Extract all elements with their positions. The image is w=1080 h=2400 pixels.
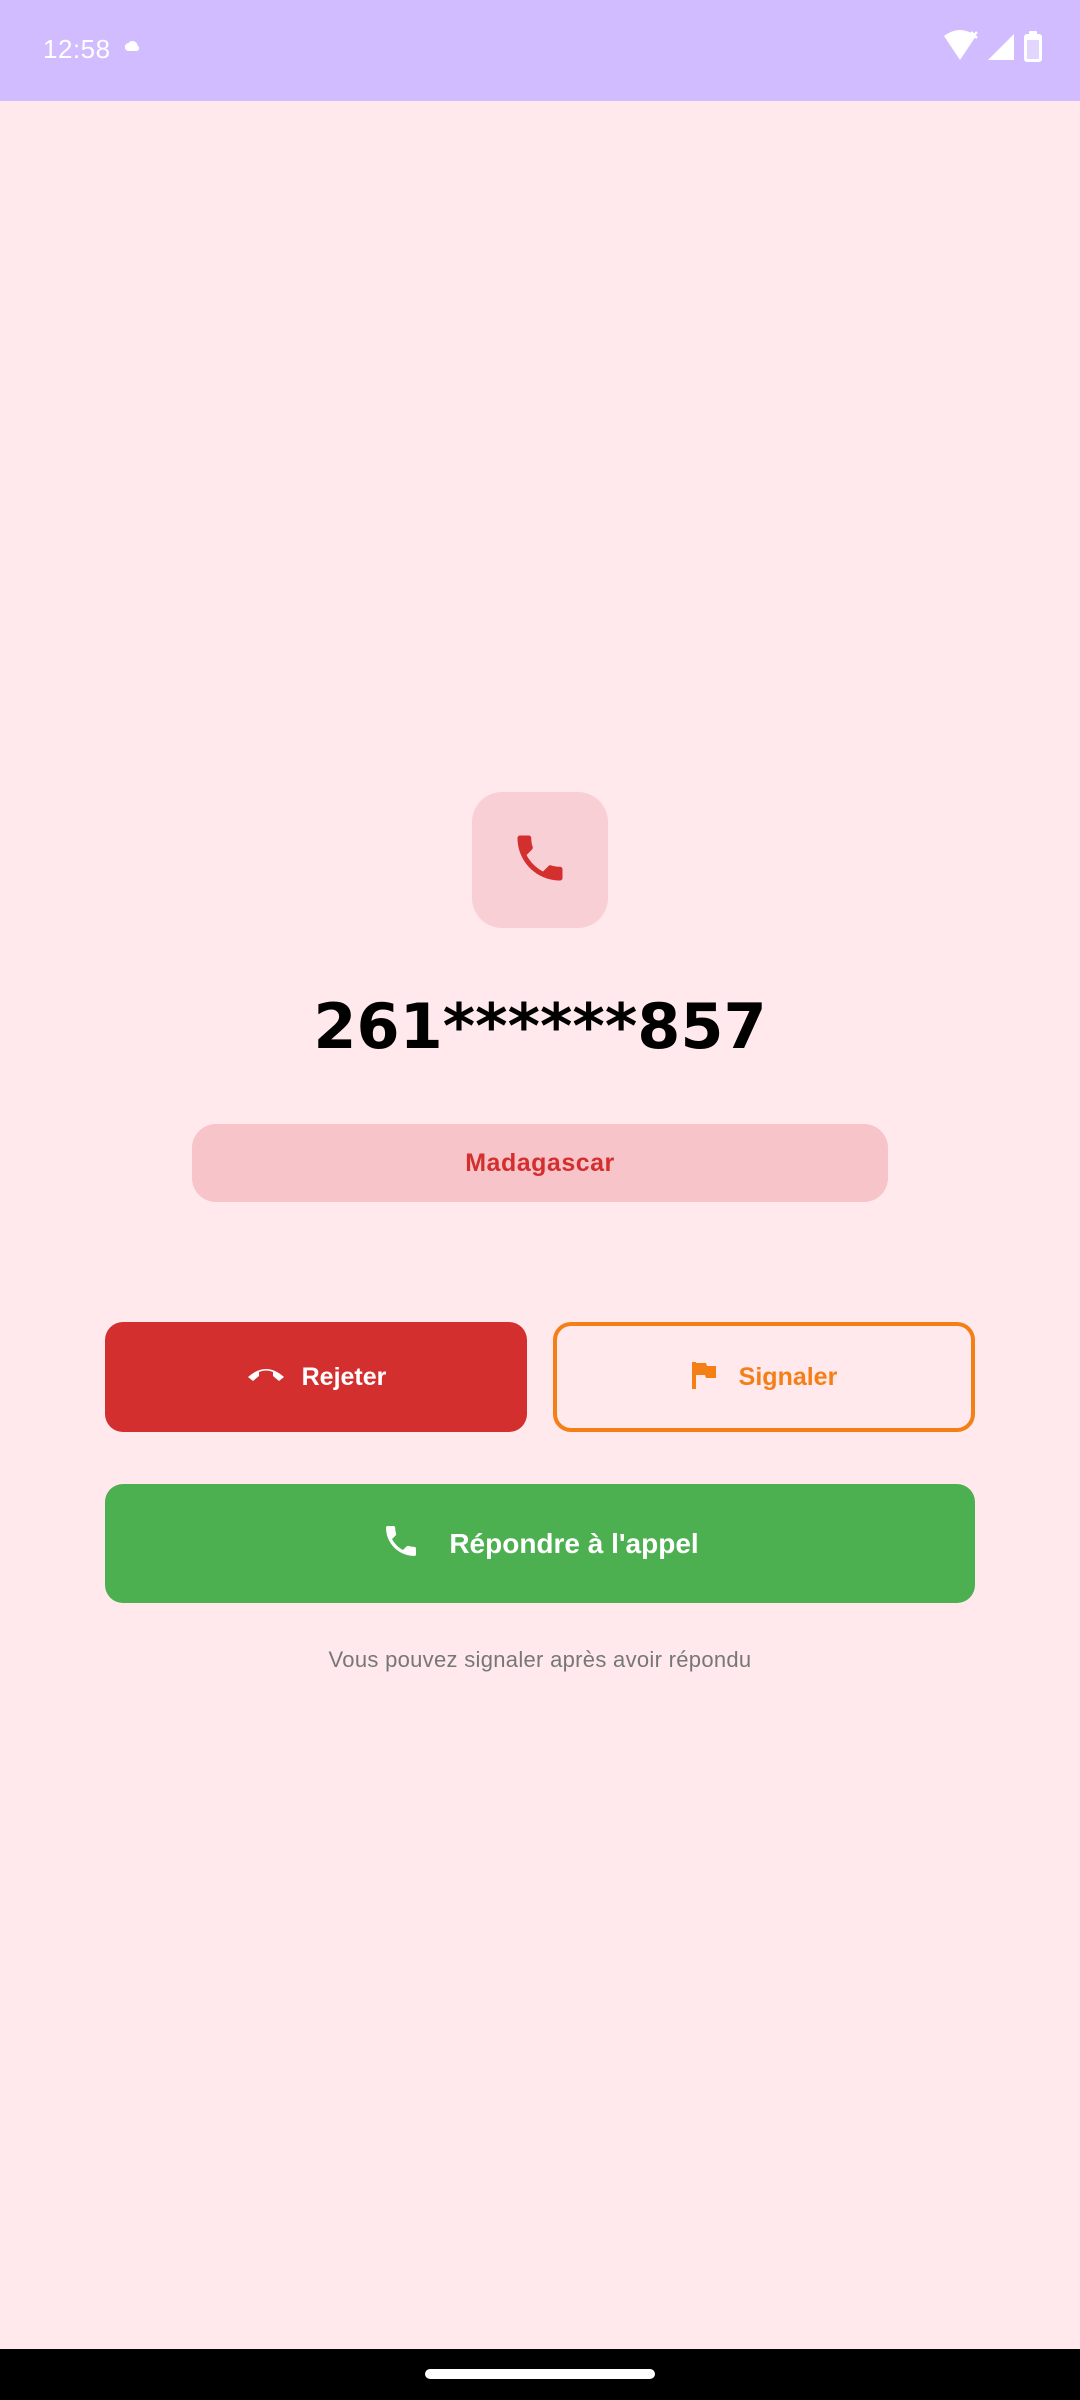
status-icons bbox=[940, 30, 1044, 69]
answer-call-button[interactable]: Répondre à l'appel bbox=[105, 1484, 975, 1603]
cloud-icon bbox=[124, 40, 140, 58]
home-gesture-handle[interactable] bbox=[425, 2369, 655, 2379]
report-hint: Vous pouvez signaler après avoir répondu bbox=[328, 1647, 752, 1672]
reject-label: Rejeter bbox=[301, 1362, 387, 1391]
report-button[interactable]: Signaler bbox=[553, 1322, 975, 1432]
flag-icon bbox=[691, 1360, 719, 1395]
caller-icon-box bbox=[472, 792, 608, 928]
call-end-icon bbox=[246, 1364, 286, 1391]
reject-button[interactable]: Rejeter bbox=[105, 1322, 527, 1432]
country-badge: Madagascar bbox=[192, 1124, 888, 1202]
caller-number: 261******857 bbox=[313, 990, 767, 1063]
wifi-icon bbox=[940, 30, 980, 69]
signal-icon bbox=[986, 32, 1016, 67]
answer-label: Répondre à l'appel bbox=[449, 1527, 699, 1559]
country-label: Madagascar bbox=[465, 1148, 615, 1177]
status-time: 12:58 bbox=[43, 34, 111, 64]
battery-icon bbox=[1022, 31, 1044, 68]
status-bar: 12:58 bbox=[0, 0, 1080, 101]
phone-icon bbox=[381, 1521, 421, 1566]
phone-icon bbox=[510, 828, 570, 893]
report-label: Signaler bbox=[738, 1362, 838, 1391]
